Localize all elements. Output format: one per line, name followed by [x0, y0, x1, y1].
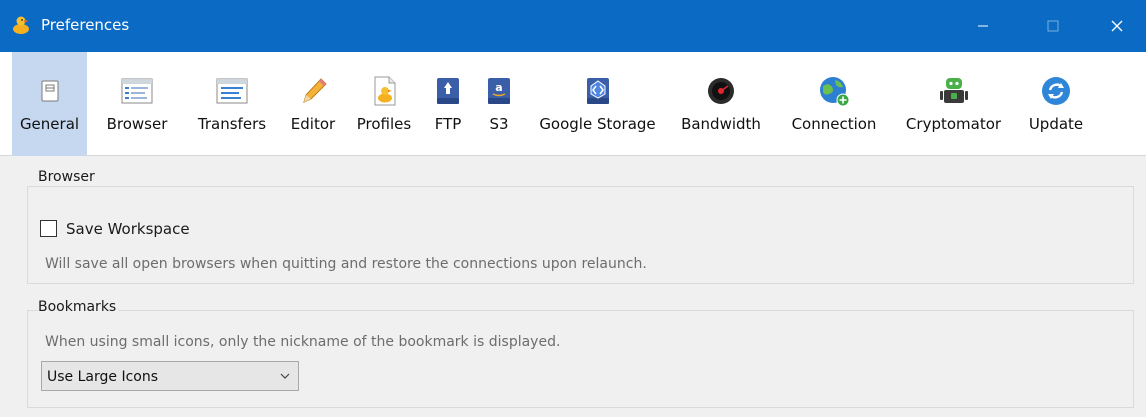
transfers-window-icon — [216, 78, 248, 104]
tab-update[interactable]: Update — [1020, 52, 1092, 156]
tab-general[interactable]: General — [12, 52, 87, 156]
chevron-down-icon — [280, 373, 290, 379]
bookmark-icons-description: When using small icons, only the nicknam… — [45, 334, 561, 350]
save-workspace-label[interactable]: Save Workspace — [66, 219, 190, 239]
tab-google-storage[interactable]: Google Storage — [530, 52, 665, 156]
tab-label: General — [19, 115, 80, 133]
globe-plus-icon — [820, 77, 850, 107]
tab-label: FTP — [434, 115, 462, 133]
pencil-icon — [303, 78, 327, 103]
tab-label: Connection — [791, 115, 877, 133]
tab-ftp[interactable]: FTP — [428, 52, 468, 156]
window-title: Preferences — [41, 16, 130, 34]
tab-bandwidth[interactable]: Bandwidth — [672, 52, 770, 156]
s3-drive-icon: a — [488, 78, 510, 104]
tab-label: S3 — [489, 115, 509, 133]
save-workspace-checkbox[interactable] — [40, 220, 57, 237]
tab-label: Update — [1028, 115, 1084, 133]
tab-label: Profiles — [356, 115, 412, 133]
google-storage-icon — [586, 78, 609, 104]
tab-connection[interactable]: Connection — [782, 52, 886, 156]
tab-label: Google Storage — [539, 115, 656, 133]
bookmarks-group — [27, 310, 1134, 408]
minimize-button[interactable] — [960, 0, 1006, 52]
bookmark-icon-size-select[interactable]: Use Large Icons — [41, 361, 299, 391]
tab-profiles[interactable]: Profiles — [350, 52, 418, 156]
bookmarks-group-title: Bookmarks — [38, 298, 119, 316]
tab-editor[interactable]: Editor — [284, 52, 342, 156]
browser-group-title: Browser — [38, 168, 97, 186]
tab-browser[interactable]: Browser — [100, 52, 174, 156]
close-button[interactable] — [1094, 0, 1140, 52]
tab-label: Bandwidth — [681, 115, 761, 133]
svg-text:a: a — [495, 81, 502, 94]
bandwidth-gauge-icon — [708, 78, 734, 104]
browser-window-icon — [121, 78, 153, 104]
tab-cryptomator[interactable]: Cryptomator — [897, 52, 1010, 156]
tab-label: Cryptomator — [905, 115, 1002, 133]
save-workspace-description: Will save all open browsers when quittin… — [45, 256, 647, 272]
title-bar: Preferences — [0, 0, 1146, 52]
ftp-drive-icon — [437, 78, 459, 104]
maximize-button[interactable] — [1030, 0, 1076, 52]
preferences-toolbar: General Browser Transfers Editor Profile… — [0, 52, 1146, 156]
profile-document-icon — [374, 76, 396, 106]
tab-transfers[interactable]: Transfers — [188, 52, 276, 156]
tab-label: Editor — [290, 115, 336, 133]
tab-s3[interactable]: a S3 — [476, 52, 522, 156]
tab-label: Browser — [106, 115, 168, 133]
cryptomator-robot-icon — [939, 78, 968, 103]
refresh-icon — [1042, 77, 1070, 105]
duck-app-icon — [13, 16, 29, 34]
bookmark-icon-size-value: Use Large Icons — [47, 369, 159, 385]
general-icon — [41, 80, 58, 102]
tab-label: Transfers — [197, 115, 267, 133]
